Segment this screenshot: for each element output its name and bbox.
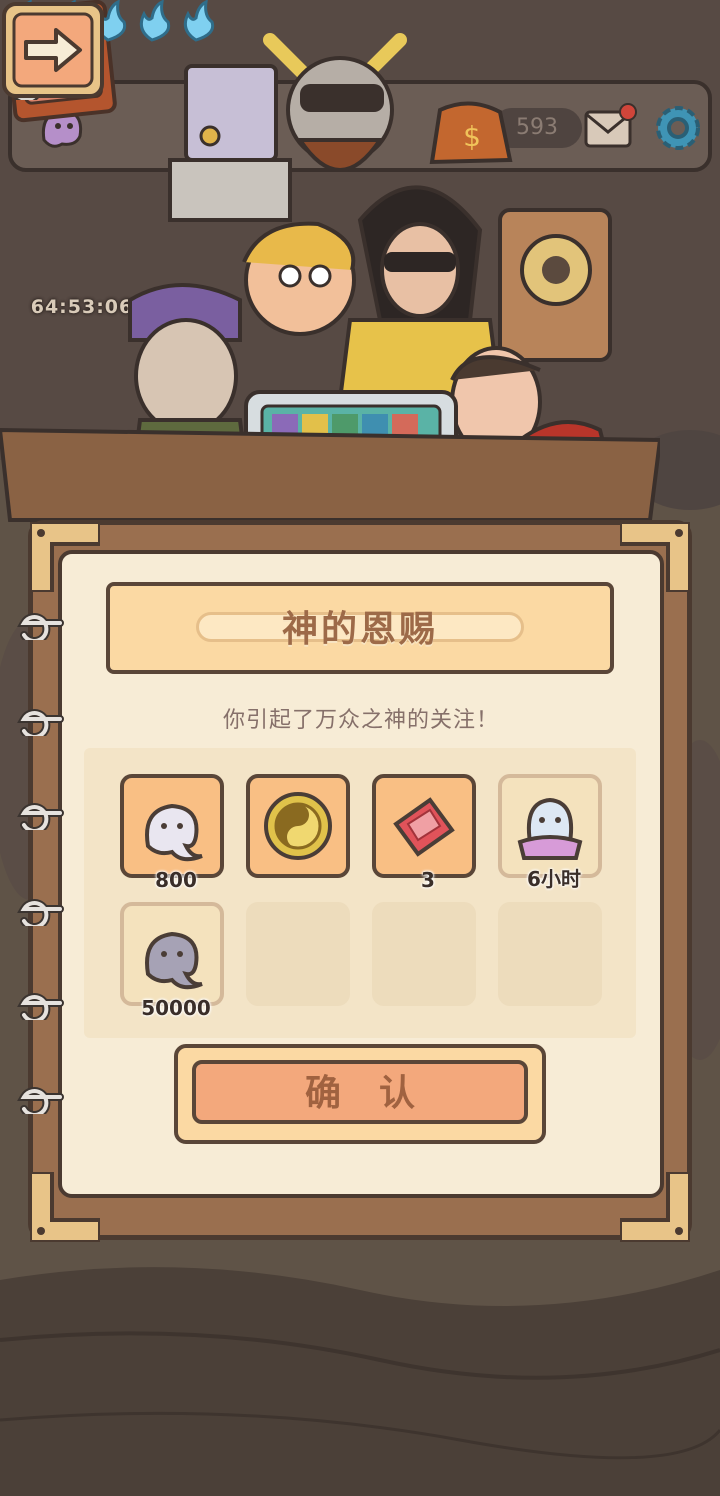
- frame-corner: [30, 1172, 100, 1242]
- dialog-subtitle: 你引起了万众之神的关注！: [222, 708, 499, 733]
- binder-ring: [17, 899, 64, 926]
- frame-corner: [30, 522, 100, 592]
- game-scene: 593 64:53:06 $ 神的恩赐 你引起了万众之神的关注！ 800 3 6…: [0, 0, 720, 1496]
- empty-reward-slot: [372, 902, 476, 1006]
- ghost-doll-icon: [517, 797, 583, 860]
- reward-slot[interactable]: [246, 774, 350, 878]
- reward-slot[interactable]: 50000: [120, 902, 224, 1020]
- reward-amount: 50000: [141, 996, 211, 1020]
- reward-duration: 6小时: [527, 867, 581, 891]
- reward-amount: 800: [155, 868, 197, 892]
- confirm-button[interactable]: 确认: [174, 1044, 546, 1144]
- confirm-button-face: 确认: [192, 1060, 528, 1124]
- gray-ghost-icon: [145, 931, 203, 990]
- blue-flame-icon: [139, 0, 171, 42]
- empty-reward-slot: [498, 902, 602, 1006]
- reward-slot[interactable]: 800: [120, 774, 224, 892]
- reward-slot[interactable]: 6小时: [498, 774, 602, 891]
- reward-amount: 3: [421, 868, 435, 892]
- svg-text:$: $: [463, 120, 481, 153]
- binder-ring: [17, 613, 64, 640]
- confirm-button-label: 确认: [304, 1073, 453, 1114]
- white-ghost-icon: [145, 803, 203, 862]
- next-arrow-button[interactable]: [0, 0, 106, 100]
- dialog-title: 神的恩赐: [281, 609, 438, 650]
- binder-ring: [17, 803, 64, 830]
- binder-ring: [17, 993, 64, 1020]
- binder-ring: [17, 1087, 64, 1114]
- blue-flame-icon: [183, 0, 215, 42]
- reward-slot[interactable]: 3: [372, 774, 476, 892]
- frame-corner: [620, 1172, 690, 1242]
- red-ticket-icon: [393, 797, 455, 857]
- yin-yang-coin-icon: [264, 792, 332, 860]
- frame-corner: [620, 522, 690, 592]
- empty-reward-slot: [246, 902, 350, 1006]
